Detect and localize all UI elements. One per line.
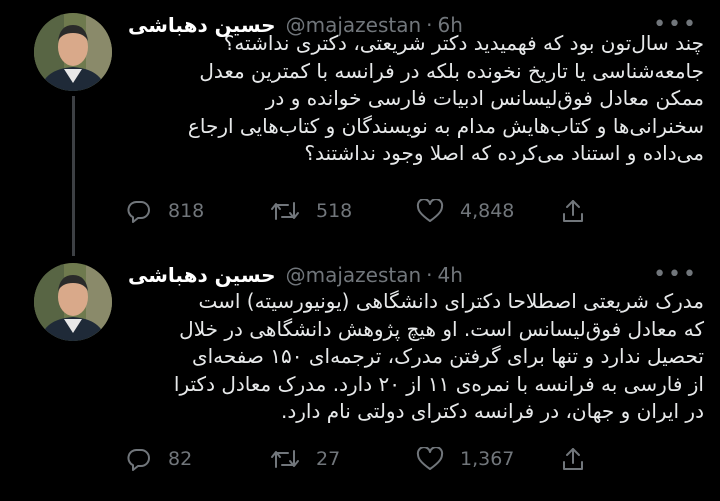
heart-icon	[416, 199, 444, 222]
display-name[interactable]: حسین دهباشی	[128, 263, 276, 287]
tweet-text: چند سال‌تون بود که فهمیدید دکتر شریعتی، …	[120, 30, 704, 168]
tweet-text-line: ممکن معادل فوق‌لیسانس ادبیات فارسی خواند…	[265, 86, 704, 110]
timestamp[interactable]: 4h	[438, 263, 463, 287]
retweet-count: 518	[316, 200, 353, 222]
tweet-actions: 82 27 1,367	[126, 444, 606, 474]
tweet-text: مدرک شریعتی اصطلاحا دکترای دانشگاهی (یون…	[120, 288, 704, 426]
retweet-count: 27	[316, 448, 341, 470]
reply-count: 818	[168, 200, 205, 222]
tweet-text-line: از فارسی به فرانسه با نمره‌ی ۱۱ از ۲۰ دا…	[173, 371, 704, 396]
like-count: 1,367	[460, 448, 515, 470]
heart-icon	[416, 447, 444, 470]
tweet[interactable]: حسین دهباشی @majazestan · 4h ••• مدرک شر…	[0, 250, 720, 501]
reply-icon	[127, 201, 150, 223]
retweet-button[interactable]: 27	[270, 444, 340, 474]
tweet-text-line: که معادل فوق‌لیسانس است. او هیچ پژوهش دا…	[179, 316, 704, 341]
share-button[interactable]	[560, 444, 602, 474]
more-options-icon[interactable]: •••	[653, 264, 698, 286]
separator-dot: ·	[426, 263, 433, 287]
avatar[interactable]	[34, 13, 112, 91]
like-count: 4,848	[460, 200, 515, 222]
retweet-button[interactable]: 518	[270, 196, 352, 226]
tweet-text-line: جامعه‌شناسی یا تاریخ نخونده بلکه در فران…	[199, 58, 704, 83]
share-button[interactable]	[560, 196, 602, 226]
tweet[interactable]: حسین دهباشی @majazestan · 6h ••• چند سال…	[0, 0, 720, 250]
tweet-text-line: می‌داده و استناد می‌کرده که اصلا وجود ند…	[304, 141, 704, 165]
share-icon	[563, 200, 583, 222]
like-button[interactable]: 4,848	[416, 196, 514, 226]
user-handle[interactable]: @majazestan	[286, 263, 422, 287]
tweet-text-line: در ایران و جهان، در فرانسه دکترای دولتی …	[280, 399, 704, 423]
reply-button[interactable]: 818	[126, 196, 204, 226]
reply-button[interactable]: 82	[126, 444, 192, 474]
tweet-text-line: سخنرانی‌ها و کتاب‌هایش مدام به نویسندگان…	[187, 113, 704, 138]
tweet-actions: 818 518 4,848	[126, 196, 606, 226]
avatar[interactable]	[34, 263, 112, 341]
retweet-icon	[271, 450, 299, 468]
tweet-text-line: تحصیل ندارد و تنها برای گرفتن مدرک، ترجم…	[191, 344, 704, 368]
share-icon	[563, 448, 583, 470]
reply-icon	[127, 449, 150, 471]
reply-count: 82	[168, 448, 193, 470]
tweet-text-line: مدرک شریعتی اصطلاحا دکترای دانشگاهی (یون…	[198, 289, 705, 313]
tweet-header: حسین دهباشی @majazestan · 4h	[128, 260, 463, 290]
retweet-icon	[271, 202, 299, 220]
like-button[interactable]: 1,367	[416, 444, 514, 474]
tweet-text-line: چند سال‌تون بود که فهمیدید دکتر شریعتی، …	[223, 31, 704, 55]
